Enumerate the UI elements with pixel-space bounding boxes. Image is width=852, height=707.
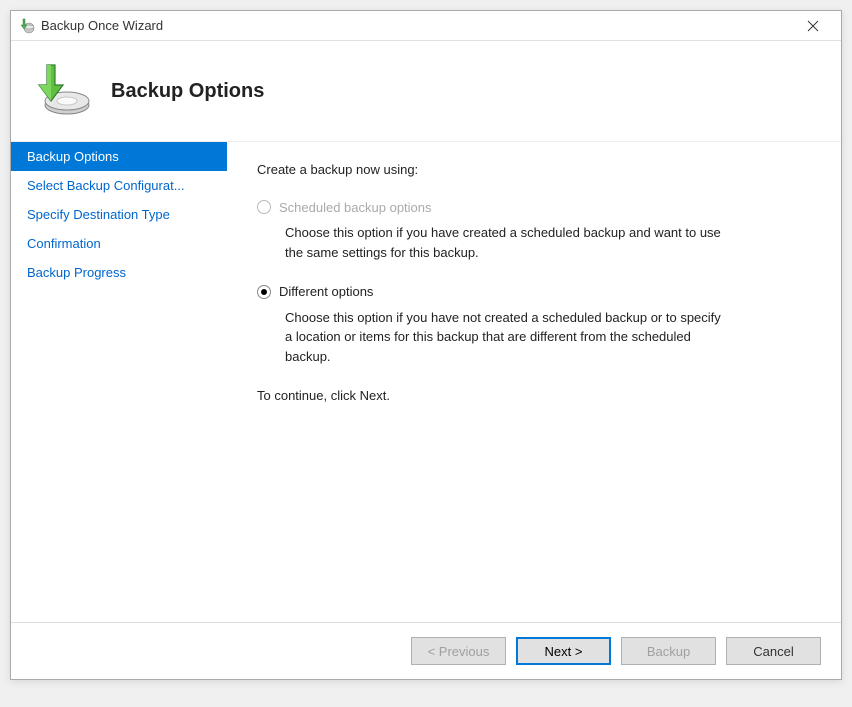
option-different-desc: Choose this option if you have not creat…: [285, 308, 725, 367]
option-different-label: Different options: [279, 282, 373, 302]
wizard-content: Create a backup now using: Scheduled bac…: [227, 142, 841, 622]
backup-button: Backup: [621, 637, 716, 665]
close-icon: [807, 20, 819, 32]
radio-scheduled: [257, 200, 271, 214]
wizard-footer: < Previous Next > Backup Cancel: [11, 622, 841, 679]
close-button[interactable]: [793, 12, 833, 40]
option-scheduled-label: Scheduled backup options: [279, 198, 432, 218]
wizard-body: Backup Options Select Backup Configurat.…: [11, 141, 841, 622]
sidebar-item-label: Select Backup Configurat...: [27, 178, 185, 193]
next-button[interactable]: Next >: [516, 637, 611, 665]
sidebar-item-label: Backup Progress: [27, 265, 126, 280]
sidebar-item-confirmation[interactable]: Confirmation: [11, 229, 227, 258]
sidebar-item-select-backup-config[interactable]: Select Backup Configurat...: [11, 171, 227, 200]
option-scheduled: Scheduled backup options Choose this opt…: [257, 198, 811, 263]
radio-different[interactable]: [257, 285, 271, 299]
sidebar-item-specify-destination[interactable]: Specify Destination Type: [11, 200, 227, 229]
sidebar-item-label: Specify Destination Type: [27, 207, 170, 222]
sidebar-item-label: Backup Options: [27, 149, 119, 164]
continue-text: To continue, click Next.: [257, 386, 811, 406]
wizard-sidebar: Backup Options Select Backup Configurat.…: [11, 142, 227, 622]
cancel-button[interactable]: Cancel: [726, 637, 821, 665]
wizard-header: Backup Options: [11, 41, 841, 141]
wizard-window: Backup Once Wizard Backup Options Backup…: [10, 10, 842, 680]
page-title: Backup Options: [111, 80, 264, 103]
option-different-row[interactable]: Different options: [257, 282, 811, 302]
option-scheduled-row: Scheduled backup options: [257, 198, 811, 218]
wizard-header-icon: [31, 61, 91, 121]
content-lead: Create a backup now using:: [257, 160, 811, 180]
sidebar-item-backup-progress[interactable]: Backup Progress: [11, 258, 227, 287]
option-scheduled-desc: Choose this option if you have created a…: [285, 223, 725, 262]
sidebar-item-label: Confirmation: [27, 236, 101, 251]
option-different: Different options Choose this option if …: [257, 282, 811, 366]
titlebar: Backup Once Wizard: [11, 11, 841, 41]
window-title: Backup Once Wizard: [41, 18, 793, 33]
previous-button: < Previous: [411, 637, 506, 665]
sidebar-item-backup-options[interactable]: Backup Options: [11, 142, 227, 171]
app-icon: [19, 18, 35, 34]
